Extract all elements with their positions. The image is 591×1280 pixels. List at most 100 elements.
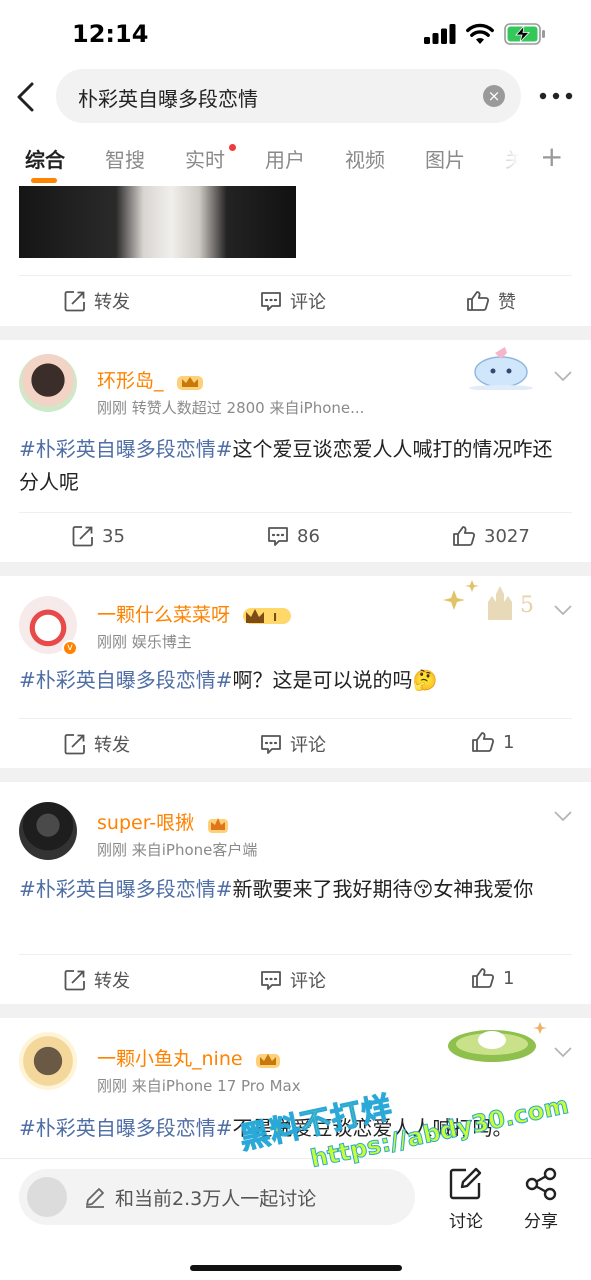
like-count: 1 <box>503 967 515 989</box>
like-count: 3027 <box>484 525 530 547</box>
comment-label: 评论 <box>290 735 326 756</box>
comment-button[interactable]: 评论 <box>260 731 326 757</box>
comment-icon <box>261 735 281 754</box>
hashtag-link[interactable]: #朴彩英自曝多段恋情# <box>19 437 233 461</box>
sticker-decoration-icon <box>448 1022 547 1062</box>
like-icon <box>453 526 476 546</box>
like-button[interactable]: 1 <box>471 731 514 753</box>
comment-button[interactable]: 评论 <box>260 288 326 314</box>
user-avatar[interactable] <box>19 354 77 412</box>
post-card[interactable]: 环形岛_ 刚刚 转赞人数超过 2800 来自iPhone... #朴彩英自曝多段… <box>0 340 591 562</box>
wifi-icon <box>466 23 494 44</box>
status-bar: 12:14 <box>0 0 591 68</box>
like-button[interactable]: 1 <box>471 967 514 989</box>
svg-text:I: I <box>273 611 277 624</box>
hashtag-link[interactable]: #朴彩英自曝多段恋情# <box>19 877 233 901</box>
share-button[interactable]: 分享 <box>511 1167 571 1232</box>
search-header: 朴彩英自曝多段恋情 × <box>0 68 591 126</box>
share-icon <box>525 1167 557 1201</box>
back-arrow-icon[interactable] <box>14 80 38 114</box>
user-avatar[interactable] <box>19 1032 77 1090</box>
status-time: 12:14 <box>72 20 149 48</box>
like-button[interactable]: 3027 <box>452 525 530 547</box>
repost-label: 转发 <box>94 971 130 992</box>
more-options-icon[interactable] <box>538 84 574 108</box>
avatar-pendant-decoration-icon <box>469 347 533 390</box>
username[interactable]: 环形岛_ <box>97 366 204 393</box>
vip-crown-icon <box>208 817 229 833</box>
cellular-signal-icon <box>424 24 456 44</box>
username[interactable]: super-哏揪 <box>97 808 230 835</box>
tab-users[interactable]: 用户 <box>265 144 305 173</box>
discuss-button[interactable]: 讨论 <box>436 1167 496 1232</box>
post-actions: 转发 评论 1 <box>0 719 591 767</box>
post-image[interactable] <box>19 186 296 258</box>
post-text: #朴彩英自曝多段恋情#这个爱豆谈恋爱人人喊打的情况咋还分人呢 <box>19 433 569 499</box>
username-text: super-哏揪 <box>97 812 195 834</box>
tabs-fade <box>484 130 534 186</box>
user-avatar[interactable] <box>19 802 77 860</box>
repost-icon <box>64 970 85 991</box>
hashtag-link[interactable]: #朴彩英自曝多段恋情# <box>19 668 233 692</box>
repost-icon <box>64 291 85 312</box>
comment-button[interactable]: 86 <box>267 525 320 547</box>
tab-smart-search[interactable]: 智搜 <box>105 144 145 173</box>
verified-badge-icon: v <box>62 640 78 656</box>
castle-decoration-icon: 5 <box>443 580 534 620</box>
post-card[interactable]: v 5 一颗什么菜菜呀 I 刚刚 娱乐博主 #朴彩英自曝多段恋情#啊？这是可以说… <box>0 576 591 768</box>
section-gap <box>0 562 591 576</box>
like-icon <box>472 968 495 988</box>
post-meta: 刚刚 来自iPhone客户端 <box>97 841 258 859</box>
post-actions: 35 86 3027 <box>0 513 591 561</box>
home-indicator <box>190 1265 402 1271</box>
clear-search-button[interactable]: × <box>483 85 505 107</box>
svg-text:5: 5 <box>520 593 534 618</box>
vip-crown-icon <box>176 375 203 390</box>
chevron-down-icon[interactable] <box>553 604 573 616</box>
like-button[interactable]: 赞 <box>466 288 516 314</box>
discuss-label: 讨论 <box>449 1212 483 1232</box>
repost-button[interactable]: 转发 <box>64 967 130 993</box>
realtime-notification-dot <box>229 144 236 151</box>
tab-realtime[interactable]: 实时 <box>185 144 225 173</box>
repost-label: 转发 <box>94 735 130 756</box>
comment-icon <box>261 292 281 311</box>
my-avatar <box>27 1177 67 1217</box>
comment-icon <box>261 971 281 990</box>
post-meta: 刚刚 娱乐博主 <box>97 633 192 651</box>
tab-comprehensive[interactable]: 综合 <box>25 144 65 173</box>
post-meta: 刚刚 转赞人数超过 2800 来自iPhone... <box>97 399 365 417</box>
username[interactable]: 一颗小鱼丸_nine <box>97 1044 281 1071</box>
repost-label: 转发 <box>94 292 130 313</box>
like-icon <box>467 291 490 311</box>
comment-label: 评论 <box>290 292 326 313</box>
username[interactable]: 一颗什么菜菜呀 I <box>97 600 294 627</box>
comment-count: 86 <box>297 525 320 547</box>
section-gap <box>0 1004 591 1018</box>
post-content: 新歌要来了我好期待😚女神我爱你 <box>232 877 534 901</box>
repost-button[interactable]: 35 <box>72 525 125 547</box>
search-input[interactable]: 朴彩英自曝多段恋情 × <box>56 69 521 123</box>
chevron-down-icon[interactable] <box>553 810 573 822</box>
repost-icon <box>72 526 93 547</box>
chevron-down-icon[interactable] <box>553 370 573 382</box>
tab-videos[interactable]: 视频 <box>345 144 385 173</box>
post-card[interactable]: super-哏揪 刚刚 来自iPhone客户端 #朴彩英自曝多段恋情#新歌要来了… <box>0 782 591 1004</box>
section-gap <box>0 768 591 782</box>
post-actions: 转发 评论 赞 <box>0 276 591 324</box>
discussion-input[interactable]: 和当前2.3万人一起讨论 <box>19 1169 415 1225</box>
vip-crown-icon <box>255 1053 280 1068</box>
repost-button[interactable]: 转发 <box>64 288 130 314</box>
post-meta: 刚刚 来自iPhone 17 Pro Max <box>97 1077 301 1095</box>
like-icon <box>472 732 495 752</box>
comment-button[interactable]: 评论 <box>260 967 326 993</box>
chevron-down-icon[interactable] <box>553 1046 573 1058</box>
username-text: 环形岛_ <box>97 370 164 392</box>
repost-button[interactable]: 转发 <box>64 731 130 757</box>
hashtag-link[interactable]: #朴彩英自曝多段恋情# <box>19 1116 233 1140</box>
discussion-placeholder: 和当前2.3万人一起讨论 <box>115 1188 317 1210</box>
like-label: 赞 <box>498 292 516 313</box>
add-tab-icon[interactable]: + <box>540 140 563 173</box>
tab-images[interactable]: 图片 <box>425 144 465 173</box>
vip-level-badge-icon: I <box>243 607 292 624</box>
